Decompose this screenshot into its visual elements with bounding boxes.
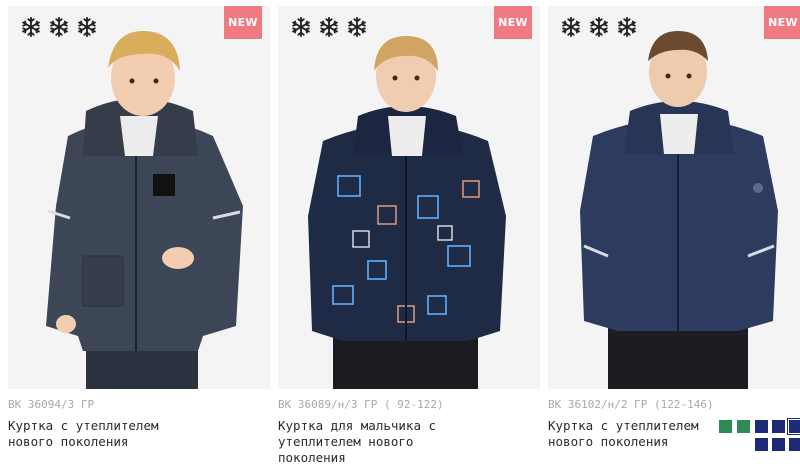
product-sku: ВК 36089/н/3 ГР ( 92-122) (278, 398, 444, 411)
child-in-jacket-image (548, 6, 800, 389)
winter-season-indicator (290, 16, 368, 38)
product-card[interactable]: NEW ВК 36089/н/3 ГР ( 92-122) Куртка для… (278, 6, 540, 469)
color-swatches (719, 418, 800, 459)
product-photo[interactable]: NEW (548, 6, 800, 389)
color-swatch[interactable] (772, 420, 785, 433)
snowflake-icon (290, 16, 312, 38)
product-photo[interactable]: NEW (278, 6, 540, 389)
child-in-jacket-image (278, 6, 540, 389)
product-title[interactable]: Куртка с утеплителем нового поколения (548, 418, 728, 450)
snowflake-icon (76, 16, 98, 38)
color-swatch[interactable] (719, 420, 732, 433)
product-photo[interactable]: NEW (8, 6, 270, 389)
snowflake-icon (318, 16, 340, 38)
product-title[interactable]: Куртка с утеплителем нового поколения (8, 418, 188, 450)
snowflake-icon (346, 16, 368, 38)
winter-season-indicator (20, 16, 98, 38)
product-sku: ВК 36094/3 ГР (8, 398, 95, 411)
color-swatch[interactable] (755, 438, 768, 451)
color-swatch[interactable] (789, 438, 800, 451)
color-swatch[interactable] (772, 438, 785, 451)
snowflake-icon (48, 16, 70, 38)
snowflake-icon (560, 16, 582, 38)
snowflake-icon (20, 16, 42, 38)
snowflake-icon (588, 16, 610, 38)
color-swatch-selected[interactable] (787, 418, 800, 435)
product-sku: ВК 36102/н/2 ГР (122-146) (548, 398, 714, 411)
child-in-jacket-image (8, 6, 270, 389)
product-title[interactable]: Куртка для мальчика с утеплителем нового… (278, 418, 458, 466)
color-swatch[interactable] (755, 420, 768, 433)
winter-season-indicator (560, 16, 638, 38)
new-badge: NEW (224, 6, 262, 39)
snowflake-icon (616, 16, 638, 38)
product-card[interactable]: NEW ВК 36094/3 ГР Куртка с утеплителем н… (8, 6, 270, 469)
color-swatch[interactable] (737, 420, 750, 433)
product-grid: NEW ВК 36094/3 ГР Куртка с утеплителем н… (0, 0, 800, 469)
product-card[interactable]: NEW ВК 36102/н/2 ГР (122-146) Куртка с у… (548, 6, 800, 469)
new-badge: NEW (494, 6, 532, 39)
new-badge: NEW (764, 6, 800, 39)
